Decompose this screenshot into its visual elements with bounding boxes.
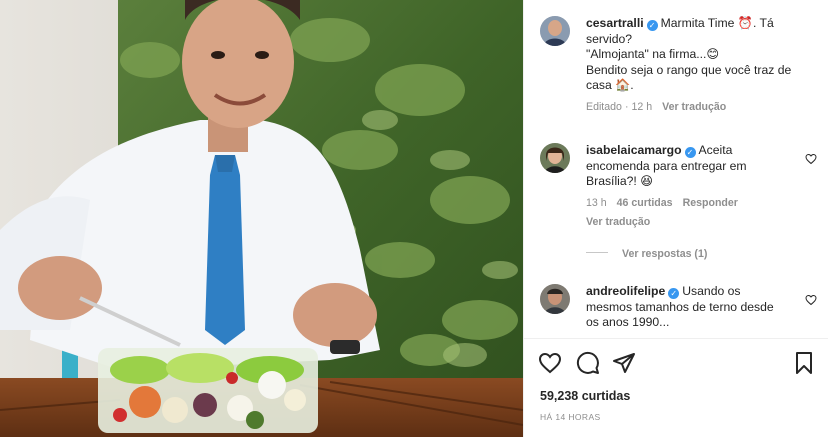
translate-link[interactable]: Ver tradução	[586, 216, 650, 228]
commenter-username[interactable]: andreolifelipe	[586, 284, 665, 298]
post-side-panel: cesartralli ✓ Marmita Time ⏰. Tá servido? …	[523, 0, 828, 437]
edited-label: Editado	[586, 100, 622, 113]
verified-badge-icon: ✓	[668, 288, 680, 299]
comment-item: andreolifelipe ✓ Usando os mesmos tamanhos…	[540, 284, 825, 338]
post-likes-count[interactable]: 59,238 curtidas	[540, 389, 630, 403]
post-timestamp: HÁ 14 HORAS	[540, 412, 601, 422]
replies-divider	[586, 252, 608, 253]
view-replies-label: Ver respostas (1)	[622, 248, 708, 260]
comment-item: isabelaicamargo ✓ Aceita encomenda para en…	[540, 143, 825, 243]
comment-text: andreolifelipe ✓ Usando os mesmos tamanhos…	[586, 284, 798, 331]
post-actions-bar: 59,238 curtidas HÁ 14 HORAS	[524, 338, 828, 437]
view-replies-button[interactable]: Ver respostas (1)	[586, 248, 707, 260]
comment-line: Brasília?! 😆	[586, 174, 653, 188]
comment-line: mesmos tamanhos de terno desde	[586, 299, 774, 314]
comment-line: encomenda para entregar em	[586, 158, 747, 173]
verified-badge-icon: ✓	[684, 147, 696, 158]
verified-badge-icon: ✓	[646, 20, 658, 31]
comment-line: Aceita	[698, 143, 733, 157]
comment-line: os anos 1990...	[586, 315, 670, 329]
avatar-image	[540, 143, 570, 173]
avatar-image	[540, 284, 570, 314]
author-avatar[interactable]	[540, 16, 570, 46]
bookmark-icon[interactable]	[792, 351, 816, 375]
comment-text: isabelaicamargo ✓ Aceita encomenda para en…	[586, 143, 798, 231]
comment-icon[interactable]	[576, 351, 600, 375]
caption-time: 12 h	[631, 100, 653, 113]
caption-text: cesartralli ✓ Marmita Time ⏰. Tá servido? …	[586, 16, 798, 115]
caption-line: casa 🏠.	[586, 78, 634, 92]
commenter-avatar[interactable]	[540, 284, 570, 314]
comment-meta: 13 h 46 curtidas Responder	[586, 196, 798, 212]
author-username[interactable]: cesartralli	[586, 16, 644, 30]
avatar-image	[540, 16, 570, 46]
post-caption: cesartralli ✓ Marmita Time ⏰. Tá servido? …	[540, 16, 825, 126]
comment-like-heart-icon[interactable]	[805, 294, 817, 306]
comment-likes[interactable]: 46 curtidas	[617, 197, 673, 209]
comment-time: 13 h	[586, 196, 607, 209]
comment-like-heart-icon[interactable]	[805, 153, 817, 165]
translate-link[interactable]: Ver tradução	[662, 101, 726, 113]
comments-section[interactable]: cesartralli ✓ Marmita Time ⏰. Tá servido? …	[524, 0, 828, 338]
post-photo[interactable]	[0, 0, 523, 437]
caption-line: "Almojanta" na firma...😊	[586, 47, 720, 61]
paper-plane-icon[interactable]	[612, 351, 636, 375]
caption-line: Marmita Time ⏰. Tá	[660, 16, 774, 30]
caption-line: servido?	[586, 31, 633, 46]
commenter-avatar[interactable]	[540, 143, 570, 173]
caption-meta: Editado · 12 h Ver tradução	[586, 100, 727, 113]
caption-line: Bendito seja o rango que você traz de	[586, 62, 792, 77]
post-image	[0, 0, 523, 437]
heart-icon[interactable]	[538, 351, 562, 375]
comment-line: Usando os	[682, 284, 741, 298]
reply-button[interactable]: Responder	[683, 197, 738, 209]
commenter-username[interactable]: isabelaicamargo	[586, 143, 682, 157]
